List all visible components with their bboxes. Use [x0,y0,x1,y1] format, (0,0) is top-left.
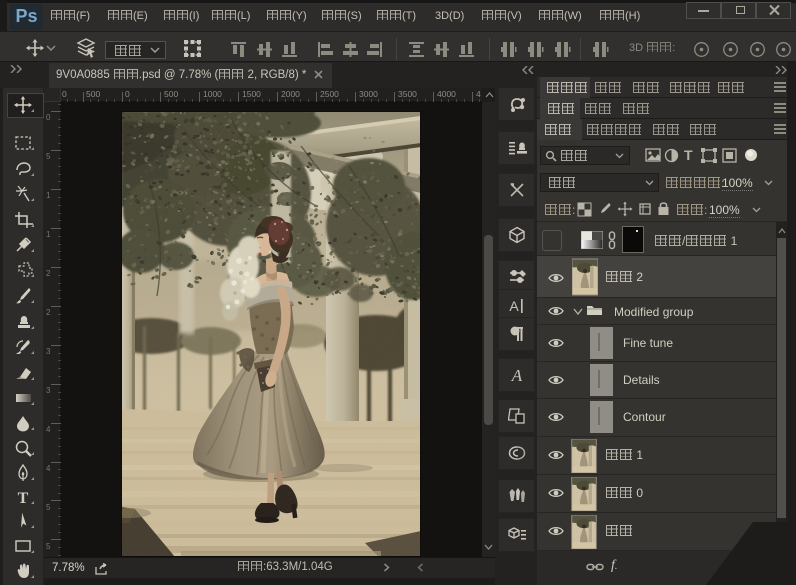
svg-text:A: A [511,366,523,384]
svg-text:T: T [18,490,29,506]
svg-text:A: A [509,298,519,314]
